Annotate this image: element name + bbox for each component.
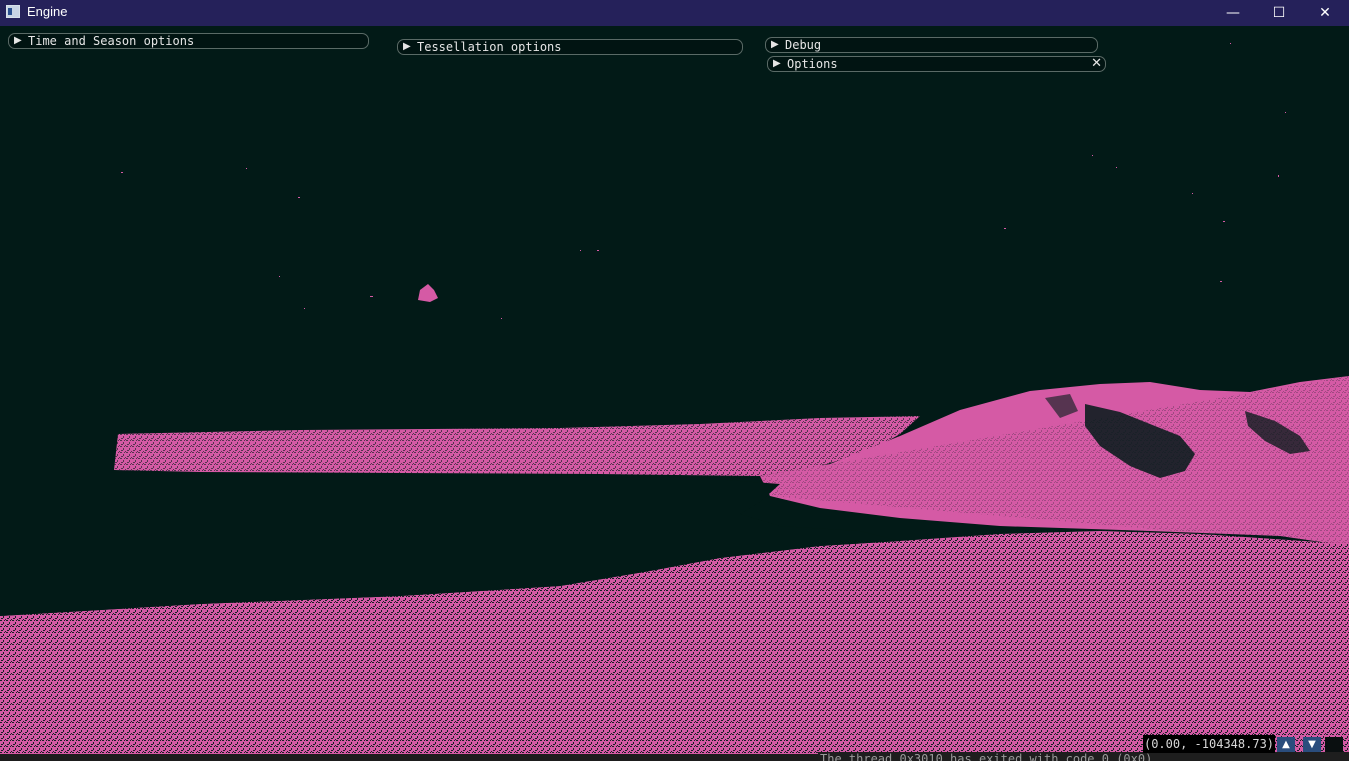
tessellation-options-header[interactable]: ▶ Tessellation options: [397, 39, 743, 55]
coordinate-readout: (0.00, -104348.73): [1143, 735, 1275, 753]
output-message: The thread 0x3010 has exited with code 0…: [820, 752, 1160, 761]
minimize-button[interactable]: —: [1210, 0, 1256, 26]
time-season-options-header[interactable]: ▶ Time and Season options: [8, 33, 369, 49]
expand-arrow-icon: ▶: [771, 39, 779, 50]
expand-arrow-icon: ▶: [773, 58, 781, 69]
panel-label: Options: [787, 57, 838, 71]
app-window-icon: [6, 5, 20, 18]
panel-label: Time and Season options: [28, 34, 195, 48]
expand-arrow-icon: ▶: [403, 41, 411, 52]
maximize-button[interactable]: ☐: [1256, 0, 1302, 26]
panel-label: Tessellation options: [417, 40, 562, 54]
spinner-gap: [1325, 737, 1343, 752]
debug-header[interactable]: ▶ Debug: [765, 37, 1098, 53]
decrement-button[interactable]: ▼: [1303, 737, 1321, 752]
bottom-strip: [0, 754, 818, 761]
window-title: Engine: [27, 4, 68, 19]
output-console-line: The thread 0x3010 has exited with code 0…: [818, 752, 1349, 761]
terrain-render-viewport[interactable]: [0, 26, 1349, 761]
close-icon[interactable]: ✕: [1091, 57, 1102, 71]
close-button[interactable]: ✕: [1302, 0, 1348, 26]
expand-arrow-icon: ▶: [14, 35, 22, 46]
options-header[interactable]: ▶ Options ✕: [767, 56, 1106, 72]
panel-label: Debug: [785, 38, 822, 52]
increment-button[interactable]: ▲: [1277, 737, 1295, 752]
window-titlebar[interactable]: Engine — ☐ ✕: [0, 0, 1349, 26]
